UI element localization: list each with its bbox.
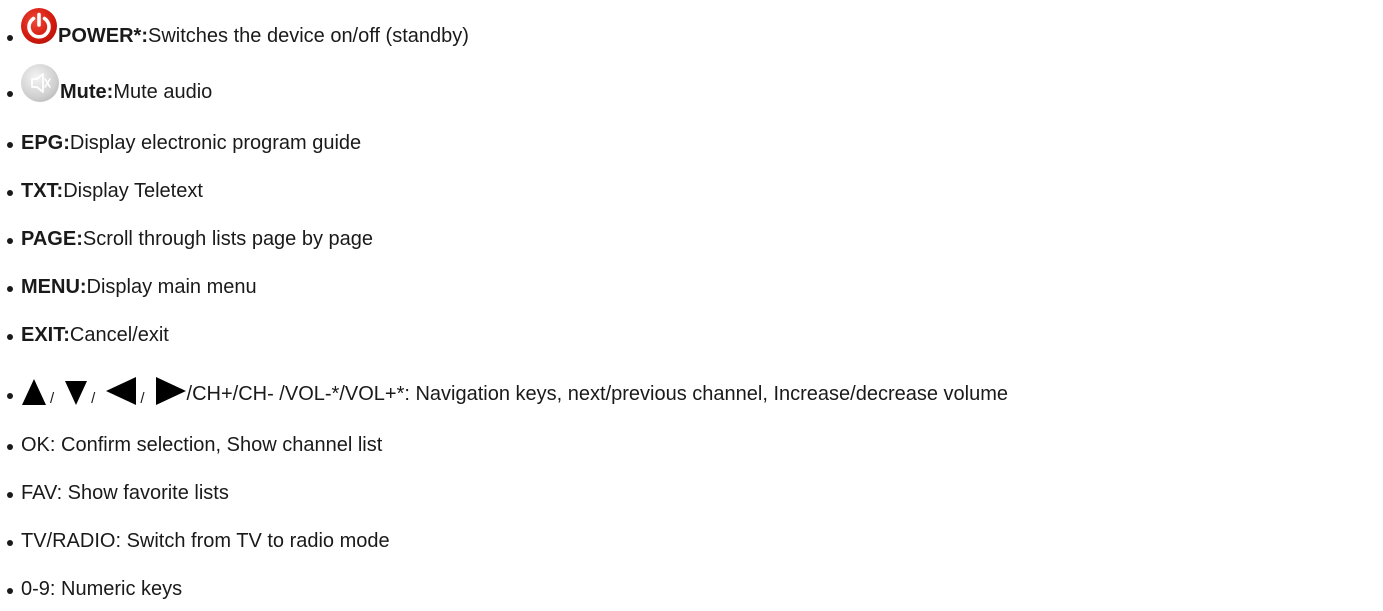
list-item-ok: OK: Confirm selection, Show channel list (0, 433, 382, 457)
bullet (7, 540, 13, 546)
arrow-down-icon (64, 380, 88, 406)
key-description: Display electronic program guide (69, 132, 362, 154)
bullet (7, 142, 13, 148)
key-description: Switches the device on/off (standby) (148, 25, 469, 47)
bullet (7, 35, 13, 41)
arrow-left-icon (105, 376, 137, 406)
key-description: Mute audio (113, 81, 213, 103)
list-item-fav: FAV: Show favorite lists (0, 481, 229, 505)
arrow-up-icon (21, 378, 47, 406)
key-term: EXIT: (21, 324, 70, 346)
bullet (7, 588, 13, 594)
key-term: POWER*: (58, 25, 148, 47)
list-item-numeric: 0-9: Numeric keys (0, 577, 182, 601)
list-item-navigation: / / / /CH+/CH- /VOL-*/VOL+*: Navigation … (0, 376, 1008, 406)
key-description: TV/RADIO: Switch from TV to radio mode (21, 530, 390, 552)
separator: / (140, 390, 145, 407)
list-item-page: PAGE: Scroll through lists page by page (0, 227, 373, 251)
key-description: OK: Confirm selection, Show channel list (21, 434, 383, 456)
bullet (7, 492, 13, 498)
power-icon (21, 8, 57, 44)
key-term: Mute: (60, 81, 114, 103)
bullet (7, 393, 13, 399)
mute-icon (21, 64, 59, 102)
bullet (7, 91, 13, 97)
key-description: Scroll through lists page by page (82, 228, 374, 250)
separator: / (50, 390, 55, 407)
list-item-power: POWER*: Switches the device on/off (stan… (0, 8, 469, 48)
key-description: Cancel/exit (69, 324, 169, 346)
bullet (7, 334, 13, 340)
key-description: FAV: Show favorite lists (21, 482, 229, 504)
separator: / (91, 390, 96, 407)
key-description: Display Teletext (63, 180, 203, 202)
navigation-description: /CH+/CH- /VOL-*/VOL+*: Navigation keys, … (186, 383, 1009, 405)
list-item-epg: EPG: Display electronic program guide (0, 131, 361, 155)
key-description: 0-9: Numeric keys (21, 578, 183, 600)
list-item-exit: EXIT: Cancel/exit (0, 323, 169, 347)
bullet (7, 444, 13, 450)
key-term: EPG: (21, 132, 70, 154)
key-term: PAGE: (21, 228, 83, 250)
list-item-mute: Mute: Mute audio (0, 64, 212, 104)
key-term: TXT: (21, 180, 64, 202)
bullet (7, 286, 13, 292)
list-item-tv-radio: TV/RADIO: Switch from TV to radio mode (0, 529, 390, 553)
arrow-right-icon (155, 376, 187, 406)
bullet (7, 238, 13, 244)
key-term: MENU: (21, 276, 87, 298)
list-item-txt: TXT: Display Teletext (0, 179, 203, 203)
bullet (7, 190, 13, 196)
key-description: Display main menu (86, 276, 257, 298)
list-item-menu: MENU: Display main menu (0, 275, 257, 299)
